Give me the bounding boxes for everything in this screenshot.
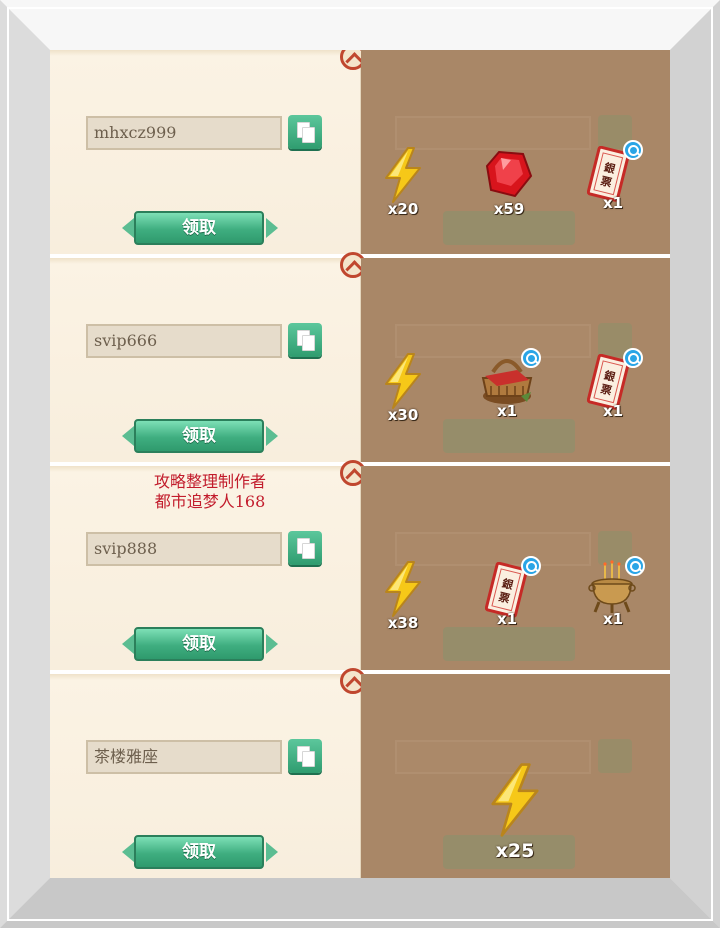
code-input[interactable]: 茶楼雅座 (86, 740, 282, 774)
reward-item[interactable]: x38 (371, 560, 435, 632)
copy-button[interactable] (288, 739, 322, 773)
reward-item[interactable]: x1 (475, 348, 541, 420)
magnify-icon[interactable] (521, 348, 541, 368)
ruby-gem-icon (485, 150, 533, 198)
code-row: svip666 领取 x30 x1 銀 票 x1 (50, 252, 670, 462)
magnify-icon[interactable] (521, 556, 541, 576)
code-panel: 攻略整理制作者 都市追梦人168 svip888 领取 (50, 460, 366, 670)
claim-button[interactable]: 领取 (134, 211, 264, 245)
author-watermark: 攻略整理制作者 都市追梦人168 (153, 472, 266, 511)
magnify-icon[interactable] (623, 348, 643, 368)
reward-item[interactable]: 銀 票 x1 (475, 556, 541, 628)
reward-item[interactable]: 銀 票 x1 (581, 140, 645, 212)
claim-button[interactable]: 领取 (134, 835, 264, 869)
code-panel: 茶楼雅座 领取 (50, 668, 366, 878)
claim-button[interactable]: 领取 (134, 419, 264, 453)
magnify-icon[interactable] (625, 556, 645, 576)
copy-button[interactable] (288, 115, 322, 149)
reward-preview-panel: x25 (361, 674, 670, 878)
copy-button[interactable] (288, 531, 322, 565)
code-panel: svip666 领取 (50, 252, 366, 462)
lightning-icon (385, 561, 421, 617)
reward-item[interactable]: x25 (475, 762, 555, 862)
copy-button[interactable] (288, 323, 322, 357)
claim-button[interactable]: 领取 (134, 627, 264, 661)
reward-item[interactable]: x30 (371, 352, 435, 424)
reward-item[interactable]: 銀 票 x1 (581, 348, 645, 420)
reward-item[interactable]: x20 (371, 146, 435, 218)
lightning-icon (385, 353, 421, 409)
code-input[interactable]: mhxcz999 (86, 116, 282, 150)
lightning-icon (491, 763, 539, 837)
code-row: 茶楼雅座 领取 x25 (50, 668, 670, 878)
reward-preview-panel: x20 x59 銀 票 x1 (361, 50, 670, 254)
code-input[interactable]: svip888 (86, 532, 282, 566)
lightning-icon (385, 147, 421, 203)
magnify-icon[interactable] (623, 140, 643, 160)
code-row: 攻略整理制作者 都市追梦人168 svip888 领取 x38 銀 票 x1 x… (50, 460, 670, 670)
reward-item[interactable]: x59 (477, 146, 541, 218)
code-input[interactable]: svip666 (86, 324, 282, 358)
reward-preview-panel: x38 銀 票 x1 x1 (361, 466, 670, 670)
code-panel: mhxcz999 领取 (50, 50, 366, 254)
reward-item[interactable]: x1 (581, 556, 645, 628)
reward-preview-panel: x30 x1 銀 票 x1 (361, 258, 670, 462)
code-row: mhxcz999 领取 x20 x59 銀 票 x1 (50, 50, 670, 254)
redeem-code-collage: mhxcz999 领取 x20 x59 銀 票 x1 svip666 领取 x3… (50, 50, 670, 878)
